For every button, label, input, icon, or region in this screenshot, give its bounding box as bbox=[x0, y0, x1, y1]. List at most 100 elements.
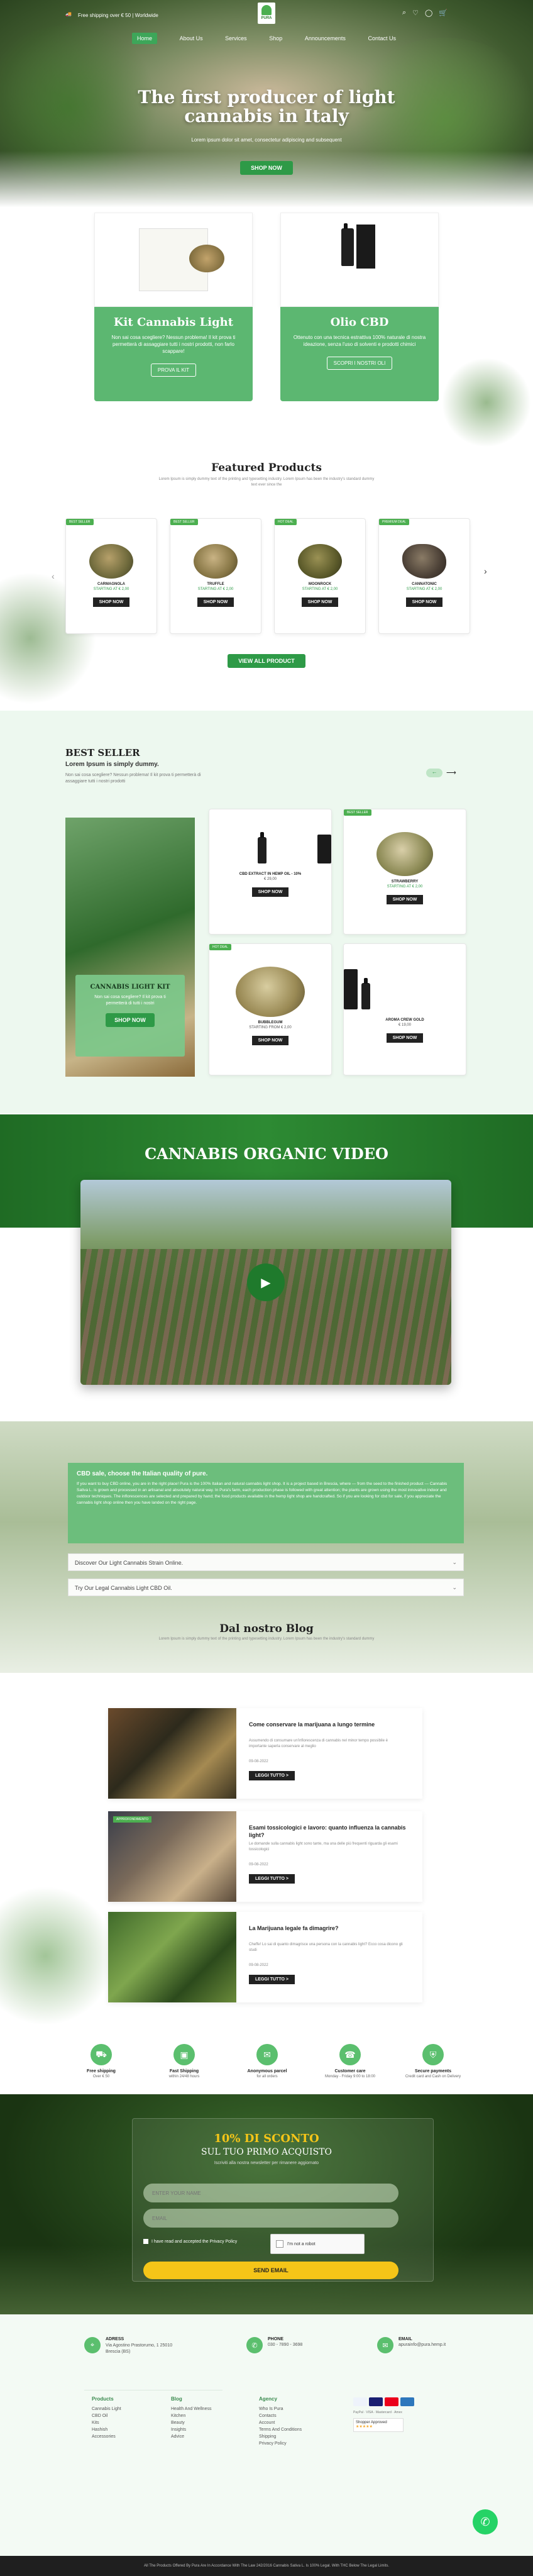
footer-link[interactable]: Contacts bbox=[259, 2412, 302, 2419]
feature-secure-payments: ⛨ Secure payments Credit card and Cash o… bbox=[398, 2044, 468, 2079]
shop-now-button[interactable]: SHOP NOW bbox=[301, 597, 339, 607]
read-more-button[interactable]: LEGGI TUTTO > bbox=[249, 1975, 295, 1984]
footer-link[interactable]: Terms And Conditions bbox=[259, 2426, 302, 2433]
privacy-checkbox[interactable] bbox=[143, 2239, 148, 2244]
truck-icon: ⛟ bbox=[91, 2044, 112, 2065]
carousel-next-icon[interactable]: › bbox=[484, 566, 487, 576]
product-name: TRUFFLE bbox=[207, 582, 224, 586]
blog-post-title[interactable]: La Marijuana legale fa dimagrire? bbox=[249, 1924, 406, 1932]
heart-icon[interactable]: ♡ bbox=[412, 9, 419, 17]
recaptcha-checkbox[interactable] bbox=[276, 2240, 283, 2248]
footer-col-agency: Agency Who Is Pura Contacts Account Term… bbox=[259, 2396, 302, 2447]
product-price: STARTING AT € 2,00 bbox=[302, 587, 338, 591]
read-more-button[interactable]: LEGGI TUTTO > bbox=[249, 1874, 295, 1884]
footer-link[interactable]: Shipping bbox=[259, 2433, 302, 2440]
blog-post-text: Cheffe! Lo sai di quanto dimagrisce una … bbox=[249, 1943, 403, 1952]
view-all-products-button[interactable]: VIEW ALL PRODUCT bbox=[228, 654, 305, 668]
product-name: STRAWBERRY bbox=[391, 880, 419, 884]
read-more-button[interactable]: LEGGI TUTTO > bbox=[249, 1771, 295, 1780]
blog-post[interactable]: APPROFONDIMENTO Esami tossicologici e la… bbox=[108, 1811, 422, 1902]
email-input[interactable] bbox=[143, 2209, 398, 2228]
kit-shop-button[interactable]: SHOP NOW bbox=[106, 1013, 155, 1027]
accordion-oil[interactable]: Try Our Legal Cannabis Light CBD Oil. ⌄ bbox=[68, 1579, 464, 1596]
footer-link[interactable]: Advice bbox=[171, 2433, 211, 2440]
footer-link[interactable]: Privacy Policy bbox=[259, 2440, 302, 2447]
shop-now-button[interactable]: SHOP NOW bbox=[197, 597, 234, 607]
feature-title: Anonymous parcel bbox=[247, 2069, 287, 2074]
promo-kit: Kit Cannabis Light Non sai cosa sceglier… bbox=[94, 213, 253, 401]
contact-label: PHONE bbox=[268, 2337, 283, 2341]
footer-heading: Blog bbox=[171, 2396, 182, 2402]
shop-now-button[interactable]: SHOP NOW bbox=[92, 597, 130, 607]
nav-announcements[interactable]: Announcements bbox=[305, 35, 346, 42]
main-nav: Home About Us Services Shop Announcement… bbox=[132, 33, 396, 44]
footer-col-blog: Blog Health And Wellness Kitchen Beauty … bbox=[171, 2396, 211, 2440]
footer-link[interactable]: Account bbox=[259, 2419, 302, 2426]
cart-icon[interactable]: 🛒 bbox=[439, 9, 448, 17]
footer-link[interactable]: Accessories bbox=[92, 2433, 121, 2440]
footer-link[interactable]: Hashish bbox=[92, 2426, 121, 2433]
nav-home[interactable]: Home bbox=[132, 33, 158, 44]
product-badge: HOT DEAL bbox=[209, 944, 231, 950]
recaptcha[interactable]: I'm not a robot bbox=[270, 2234, 365, 2254]
blog-post[interactable]: Come conservare la marijuana a lungo ter… bbox=[108, 1708, 422, 1799]
nav-services[interactable]: Services bbox=[225, 35, 247, 42]
hero-section: 🚚 Free shipping over € 50 | Worldwide PU… bbox=[0, 0, 533, 208]
product-card[interactable]: BEST SELLER CARMAGNOLA STARTING AT € 2,0… bbox=[65, 518, 157, 634]
send-email-button[interactable]: SEND EMAIL bbox=[143, 2262, 398, 2279]
product-price: STARTING AT € 2,00 bbox=[406, 587, 442, 591]
blog-post-title[interactable]: Esami tossicologici e lavoro: quanto inf… bbox=[249, 1824, 406, 1839]
user-icon[interactable]: ◯ bbox=[425, 9, 432, 17]
search-icon[interactable]: ⌕ bbox=[402, 9, 406, 17]
seo-text: If you want to buy CBD online, you are i… bbox=[77, 1482, 448, 1505]
footer-link[interactable]: Insights bbox=[171, 2426, 211, 2433]
name-input[interactable] bbox=[143, 2184, 398, 2202]
footer-heading: Agency bbox=[259, 2396, 277, 2402]
footer-link[interactable]: Who Is Pura bbox=[259, 2406, 302, 2412]
product-card[interactable]: HOT DEAL MOONROCK STARTING AT € 2,00 SHO… bbox=[274, 518, 366, 634]
shop-now-button[interactable]: SHOP NOW bbox=[251, 887, 289, 897]
blog-post-title[interactable]: Come conservare la marijuana a lungo ter… bbox=[249, 1721, 406, 1728]
footer-link[interactable]: Cannabis Light bbox=[92, 2406, 121, 2412]
footer-link[interactable]: Kits bbox=[92, 2419, 121, 2426]
footer-link[interactable]: Beauty bbox=[171, 2419, 211, 2426]
shop-now-button[interactable]: SHOP NOW bbox=[386, 895, 424, 904]
shop-now-button[interactable]: SHOP NOW bbox=[251, 1036, 289, 1045]
leaf-decoration-right bbox=[440, 352, 533, 453]
nav-shop[interactable]: Shop bbox=[269, 35, 282, 42]
footer-link[interactable]: Health And Wellness bbox=[171, 2406, 211, 2412]
nav-about[interactable]: About Us bbox=[180, 35, 203, 42]
oil-box bbox=[356, 225, 375, 269]
promo-oil-button[interactable]: SCOPRI I NOSTRI OLI bbox=[326, 357, 393, 370]
footer-link[interactable]: CBD Oil bbox=[92, 2412, 121, 2419]
video-player[interactable]: ▶ bbox=[80, 1180, 451, 1385]
contact-value[interactable]: apurainfo@pura.hemp.it bbox=[398, 2343, 446, 2347]
whatsapp-icon[interactable]: ✆ bbox=[473, 2509, 498, 2534]
product-card[interactable]: BEST SELLER TRUFFLE STARTING AT € 2,00 S… bbox=[170, 518, 261, 634]
contact-value[interactable]: 030 - 7890 - 3698 bbox=[268, 2343, 302, 2347]
newsletter-subtitle: Iscriviti alla nostra newsletter per rim… bbox=[214, 2161, 319, 2165]
feature-title: Fast Shipping bbox=[169, 2069, 199, 2074]
product-card[interactable]: BEST SELLER STRAWBERRY STARTING AT € 2,0… bbox=[343, 809, 466, 935]
product-card[interactable]: PREMIUM DEAL CANNATONIC STARTING AT € 2,… bbox=[378, 518, 470, 634]
hero-shop-button[interactable]: SHOP NOW bbox=[240, 161, 293, 175]
product-card[interactable]: HOT DEAL BUBBLEGUM STARTING FROM € 2,00 … bbox=[209, 943, 332, 1075]
nav-contact[interactable]: Contact Us bbox=[368, 35, 396, 42]
arrow-right-icon[interactable]: ⟶ bbox=[446, 769, 463, 777]
promo-kit-button[interactable]: PROVA IL KIT bbox=[150, 364, 197, 377]
copyright-bar: All The Products Offered By Pura Are In … bbox=[0, 2556, 533, 2576]
shop-now-button[interactable]: SHOP NOW bbox=[405, 597, 443, 607]
arrow-left-icon[interactable]: ← bbox=[426, 769, 442, 777]
accordion-strains[interactable]: Discover Our Light Cannabis Strain Onlin… bbox=[68, 1553, 464, 1571]
footer-link[interactable]: Kitchen bbox=[171, 2412, 211, 2419]
promo-kit-image bbox=[94, 213, 253, 307]
product-card[interactable]: CBD EXTRACT IN HEMP OIL - 10% € 29,00 SH… bbox=[209, 809, 332, 935]
logo[interactable]: PURA bbox=[258, 3, 275, 24]
shop-now-button[interactable]: SHOP NOW bbox=[386, 1033, 424, 1043]
product-card[interactable]: AROMA CREW GOLD € 19,00 SHOP NOW bbox=[343, 943, 466, 1075]
shopper-approved-badge[interactable]: Shopper Approved ★★★★★ bbox=[353, 2418, 404, 2432]
play-icon[interactable]: ▶ bbox=[247, 1263, 285, 1301]
blog-post-date: 09-08-2022 bbox=[249, 1963, 268, 1967]
blog-post[interactable]: La Marijuana legale fa dimagrire? Cheffe… bbox=[108, 1912, 422, 2002]
carousel-prev-icon[interactable]: ‹ bbox=[52, 571, 55, 581]
